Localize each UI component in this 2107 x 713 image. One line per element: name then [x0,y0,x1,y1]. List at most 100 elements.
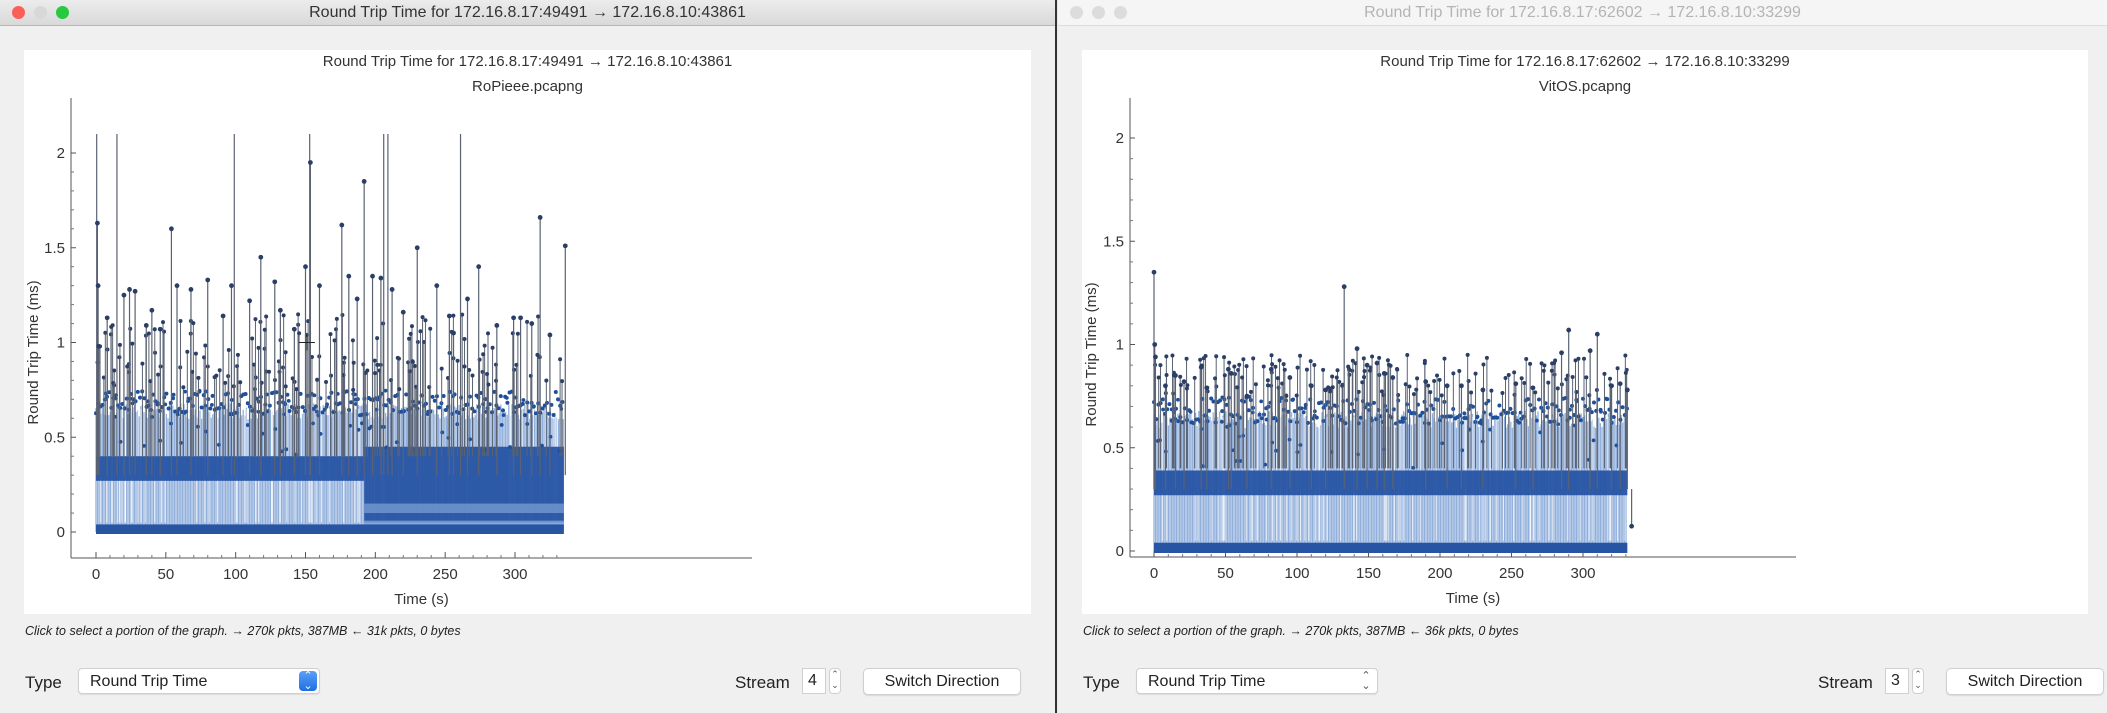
data-point [238,380,243,385]
data-point [130,341,135,346]
data-point [281,313,286,318]
data-point [181,385,186,390]
data-point [536,314,541,319]
data-point [1227,360,1232,365]
rtt-chart[interactable]: Round Trip Time for 172.16.8.17:49491 → … [24,50,1031,614]
data-point [1411,392,1416,397]
spike-point [303,264,308,270]
data-point [560,379,565,384]
y-tick-label: 2 [1116,130,1124,147]
data-point [1582,356,1587,361]
chart-subtitle: RoPieee.pcapng [472,78,583,95]
spike-point [1513,381,1519,387]
data-point [486,382,491,387]
rtt-chart[interactable]: Round Trip Time for 172.16.8.17:62602 → … [1082,50,2088,614]
data-point [415,340,420,345]
zoom-window-icon[interactable] [1114,6,1127,19]
data-point [437,405,442,410]
data-point [1528,361,1533,366]
spike-point [1198,364,1204,370]
status-hint: Click to select a portion of the graph. … [1083,624,1519,638]
zoom-window-icon[interactable] [56,6,69,19]
stream-label: Stream [735,673,790,692]
spike-point [446,313,452,319]
data-point [294,387,299,392]
data-point [1298,353,1303,358]
window-titlebar[interactable]: Round Trip Time for 172.16.8.17:49491 → … [0,0,1055,26]
data-point [1291,397,1296,402]
chart-canvas[interactable]: Round Trip Time for 172.16.8.17:62602 → … [1082,50,2088,614]
data-point [408,331,413,336]
window-titlebar[interactable]: Round Trip Time for 172.16.8.17:62602 → … [1058,0,2107,26]
chart-canvas[interactable]: Round Trip Time for 172.16.8.17:49491 → … [24,50,1031,614]
stream-stepper[interactable]: ⌃ ⌄ [829,668,841,694]
stream-stepper[interactable]: ⌃ ⌄ [1912,668,1924,694]
data-point [1235,385,1240,390]
y-tick-label: 0.5 [1103,440,1124,457]
data-point [544,378,549,383]
data-point [1615,366,1620,371]
spike-point [1308,383,1314,389]
switch-direction-button[interactable]: Switch Direction [1946,668,2104,695]
data-point [1549,368,1554,373]
data-point [1591,438,1596,443]
data-point [531,404,536,409]
data-point [315,377,320,382]
data-point [164,391,169,396]
data-point [410,359,415,364]
spike-point [1153,354,1158,360]
minimize-window-icon[interactable] [1092,6,1105,19]
data-point [243,391,248,396]
data-point [1495,415,1500,420]
data-point [1192,375,1197,380]
data-point [1301,410,1306,415]
x-tick-label: 50 [1217,565,1234,582]
data-point [553,390,558,395]
spike-point [132,288,138,294]
data-point [485,372,490,377]
data-point [441,393,446,398]
close-window-icon[interactable] [12,6,25,19]
data-point [135,389,140,394]
data-point [548,434,553,439]
data-point [494,378,499,383]
minimize-window-icon[interactable] [34,6,47,19]
type-select[interactable]: Round Trip Time ⌃ ⌄ [78,668,320,694]
data-point [1519,376,1524,381]
spike-point [1287,375,1293,380]
data-point [1405,353,1410,358]
spike-point [1341,284,1347,290]
data-point [1259,416,1264,421]
data-point [1335,368,1340,373]
data-point [1500,391,1505,396]
data-point [407,369,412,374]
data-point [1611,415,1616,420]
data-point [1422,361,1427,366]
stream-input[interactable]: 3 [1885,668,1909,694]
type-select[interactable]: Round Trip Time ⌃ ⌄ [1136,668,1378,694]
rtt-window-right: Round Trip Time for 172.16.8.17:62602 → … [1058,0,2107,713]
close-window-icon[interactable] [1070,6,1083,19]
spike-point [511,315,517,321]
data-point [1184,386,1189,391]
data-point [1481,362,1486,367]
data-point [112,368,117,373]
data-point [1395,366,1400,371]
rtt-band [96,456,365,481]
stream-input[interactable]: 4 [802,668,826,694]
data-point [556,397,560,402]
spike-point [143,323,149,328]
data-point [333,327,338,332]
data-point [1541,368,1546,373]
data-point [128,326,133,331]
switch-direction-button[interactable]: Switch Direction [863,668,1021,695]
data-point [1524,357,1529,362]
data-point [1432,379,1437,384]
data-point [1411,465,1416,470]
data-point [1253,382,1258,387]
data-point [1158,363,1163,368]
data-point [373,371,378,376]
data-point [1620,405,1625,410]
y-tick-label: 1.5 [44,240,65,257]
spike-point [174,283,180,289]
